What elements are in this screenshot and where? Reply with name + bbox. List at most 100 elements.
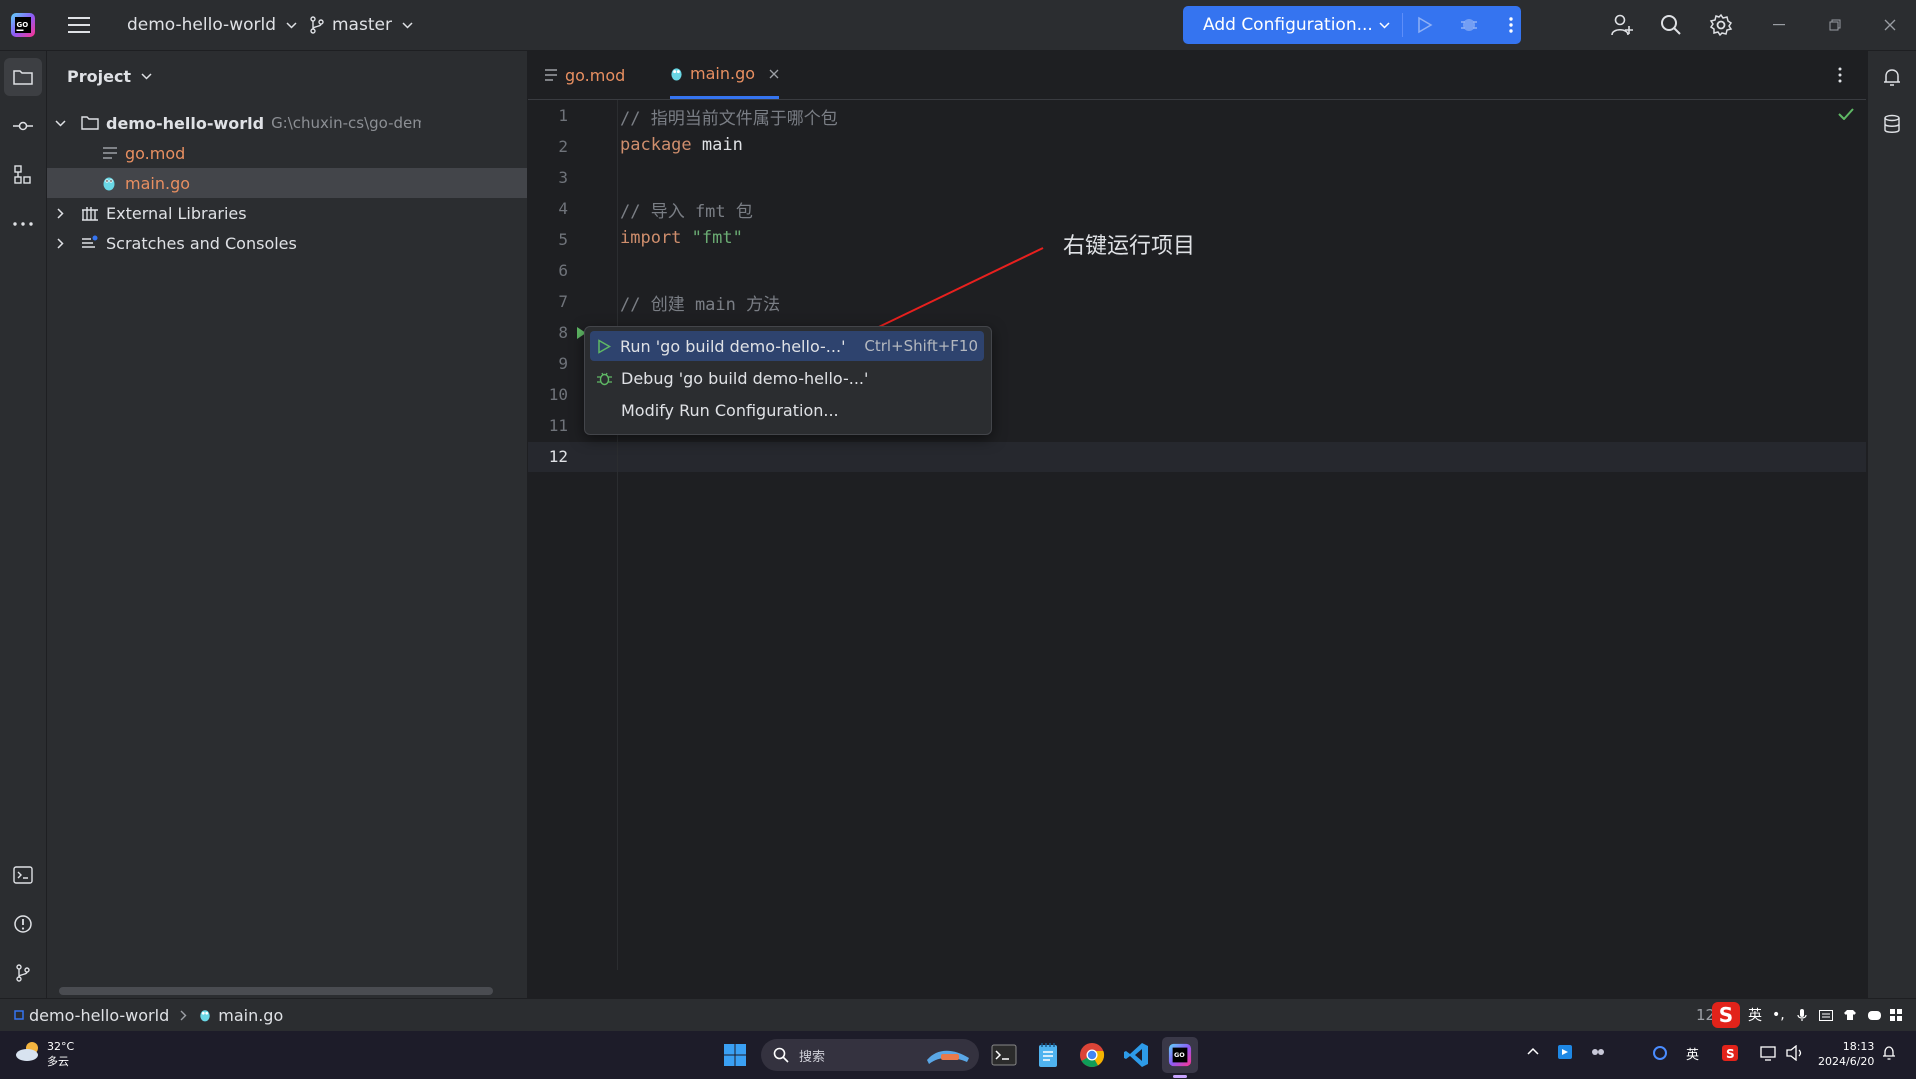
project-panel-title: Project xyxy=(67,66,132,86)
search-highlight-image xyxy=(923,1044,973,1066)
branch-name: master xyxy=(332,15,392,35)
windows-start-icon[interactable] xyxy=(717,1037,753,1073)
notepad-app-icon[interactable] xyxy=(1030,1037,1066,1073)
chevron-right-icon[interactable] xyxy=(57,207,69,219)
run-icon[interactable] xyxy=(1417,16,1433,34)
main-menu-icon[interactable] xyxy=(68,0,90,50)
menu-item-label: Debug 'go build demo-hello-...' xyxy=(621,368,869,388)
search-placeholder: 搜索 xyxy=(799,1049,826,1065)
run-configuration-widget: Add Configuration... xyxy=(1183,6,1521,44)
svg-text:S: S xyxy=(1726,1047,1735,1061)
breadcrumb-file[interactable]: main.go xyxy=(218,1006,283,1025)
project-name: demo-hello-world xyxy=(127,15,276,35)
keyboard-icon[interactable] xyxy=(1818,1009,1833,1021)
database-icon[interactable] xyxy=(1883,114,1901,134)
external-libraries-label: External Libraries xyxy=(106,203,247,223)
menu-item-shortcut: Ctrl+Shift+F10 xyxy=(864,337,978,355)
terminal-tool-button[interactable] xyxy=(4,856,42,894)
tree-external-libraries[interactable]: External Libraries xyxy=(47,198,527,228)
network-icon[interactable] xyxy=(1760,1045,1776,1061)
grid-menu-icon[interactable] xyxy=(1889,1009,1902,1021)
problems-tool-button[interactable] xyxy=(4,905,42,943)
chevron-down-icon[interactable] xyxy=(55,119,69,127)
restore-icon[interactable] xyxy=(1829,0,1841,50)
vscode-app-icon[interactable] xyxy=(1118,1037,1154,1073)
tree-scratches-consoles[interactable]: Scratches and Consoles xyxy=(47,228,527,258)
search-icon[interactable] xyxy=(1660,0,1682,50)
terminal-app-icon[interactable] xyxy=(986,1037,1022,1073)
tray-app-icon[interactable] xyxy=(1652,1045,1668,1061)
menu-item-modify-run-config[interactable]: Modify Run Configuration... xyxy=(590,395,984,425)
more-actions-icon[interactable] xyxy=(1509,16,1513,34)
gopher-icon xyxy=(199,1008,211,1022)
tab-more-icon[interactable] xyxy=(1838,51,1842,99)
volume-icon[interactable] xyxy=(1786,1045,1804,1061)
tab-main-go[interactable]: main.go xyxy=(670,51,780,99)
menu-item-run[interactable]: Run 'go build demo-hello-...' Ctrl+Shift… xyxy=(590,331,984,361)
close-tab-icon[interactable] xyxy=(769,69,779,79)
debug-icon[interactable] xyxy=(1459,15,1479,35)
sogou-tray-icon[interactable]: S xyxy=(1722,1045,1738,1061)
tray-overflow-chevron-icon[interactable] xyxy=(1527,1047,1539,1055)
project-panel-header[interactable]: Project xyxy=(67,51,152,101)
weather-cloud-icon[interactable] xyxy=(14,1040,44,1062)
ime-indicator[interactable]: 英 xyxy=(1686,1044,1699,1063)
branch-selector[interactable]: master xyxy=(310,0,413,50)
notifications-bell-icon[interactable] xyxy=(1882,67,1902,87)
minimize-icon[interactable] xyxy=(1773,0,1785,50)
git-tool-button[interactable] xyxy=(4,954,42,992)
gamepad-icon[interactable] xyxy=(1867,1010,1882,1021)
tab-label: main.go xyxy=(690,64,756,83)
punctuation-icon[interactable]: •, xyxy=(1772,1007,1785,1023)
tray-app-icon[interactable] xyxy=(1590,1045,1606,1059)
settings-gear-icon[interactable] xyxy=(1709,0,1733,50)
ime-toolbar[interactable]: S 英 •, xyxy=(1712,999,1916,1031)
close-window-icon[interactable] xyxy=(1884,0,1896,50)
menu-item-debug[interactable]: Debug 'go build demo-hello-...' xyxy=(590,363,984,393)
code-with-me-icon[interactable] xyxy=(1610,0,1634,50)
tab-go-mod[interactable]: go.mod xyxy=(544,51,625,99)
notification-center-icon[interactable] xyxy=(1882,1045,1896,1061)
add-configuration-button[interactable]: Add Configuration... xyxy=(1203,15,1373,35)
horizontal-scrollbar[interactable] xyxy=(59,987,493,995)
right-tool-strip xyxy=(1867,51,1916,998)
goland-logo-icon[interactable]: GO xyxy=(10,0,36,50)
annotation-arrow xyxy=(850,247,1044,341)
project-panel: Project demo-hello-world G:\chuxin-cs\go… xyxy=(47,51,528,998)
chevron-down-icon[interactable] xyxy=(1379,21,1390,29)
root-folder-name: demo-hello-world xyxy=(106,113,265,133)
sogou-logo-icon[interactable]: S xyxy=(1712,1002,1740,1028)
microphone-icon[interactable] xyxy=(1797,1008,1807,1022)
commit-tool-button[interactable] xyxy=(4,107,42,145)
file-name: main.go xyxy=(125,173,191,193)
menu-item-label: Modify Run Configuration... xyxy=(621,400,839,420)
chevron-down-icon xyxy=(141,72,152,80)
ime-mode-label[interactable]: 英 xyxy=(1748,1005,1762,1025)
library-icon xyxy=(81,205,99,221)
tree-file-main-go[interactable]: main.go xyxy=(47,168,527,198)
tray-app-icon[interactable] xyxy=(1558,1045,1572,1059)
chevron-right-icon[interactable] xyxy=(57,237,69,249)
run-context-menu: Run 'go build demo-hello-...' Ctrl+Shift… xyxy=(584,326,992,435)
gopher-icon xyxy=(670,66,683,81)
goland-app-icon[interactable]: GO xyxy=(1162,1037,1198,1073)
skin-shirt-icon[interactable] xyxy=(1843,1009,1857,1021)
project-tool-button[interactable] xyxy=(4,58,42,96)
code-editor[interactable]: 1 2 3 4 5 6 7 8 9 10 11 12 // 指明当前文件属于哪个包 package m… xyxy=(528,100,1866,970)
weather-condition: 多云 xyxy=(47,1055,69,1068)
taskbar-search-box[interactable]: 搜索 xyxy=(761,1039,979,1071)
tree-root-folder[interactable]: demo-hello-world G:\chuxin-cs\go-demo\de… xyxy=(47,108,527,138)
svg-text:GO: GO xyxy=(17,21,29,29)
more-tools-button[interactable] xyxy=(4,205,42,243)
clock[interactable]: 18:13 2024/6/20 xyxy=(1818,1039,1874,1069)
title-bar: GO demo-hello-world master Add Configura… xyxy=(0,0,1916,51)
commit-icon xyxy=(12,120,34,132)
breadcrumb-project[interactable]: demo-hello-world xyxy=(29,1006,169,1025)
weather-widget[interactable]: 32°C 多云 xyxy=(47,1039,74,1069)
structure-tool-button[interactable] xyxy=(4,156,42,194)
chrome-app-icon[interactable] xyxy=(1074,1037,1110,1073)
folder-icon xyxy=(13,68,33,86)
tree-file-go-mod[interactable]: go.mod xyxy=(47,138,527,168)
scratches-icon xyxy=(81,235,99,251)
project-selector[interactable]: demo-hello-world xyxy=(127,0,297,50)
